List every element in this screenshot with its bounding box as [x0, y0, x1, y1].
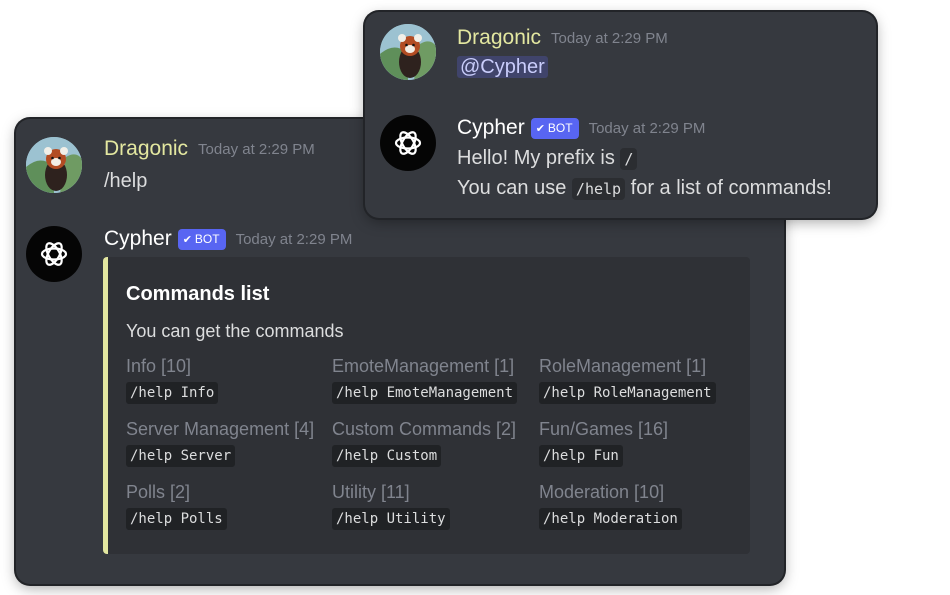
- cypher-avatar[interactable]: [380, 115, 436, 171]
- message-timestamp: Today at 2:29 PM: [588, 119, 706, 137]
- bot-badge-label: BOT: [547, 120, 573, 135]
- field-name: Custom Commands [2]: [332, 419, 517, 439]
- message-content: /help: [104, 170, 148, 192]
- field-name: RoleManagement [1]: [539, 356, 707, 376]
- embed-description: You can get the commands: [126, 321, 344, 341]
- embed-field: Server Management [4] /help Server: [126, 419, 314, 467]
- dragonic-avatar[interactable]: [380, 24, 436, 80]
- embed-field: Fun/Games [16] /help Fun: [539, 419, 668, 467]
- cypher-avatar[interactable]: [26, 226, 82, 282]
- check-icon: ✔: [182, 233, 192, 246]
- field-command[interactable]: /help Polls: [126, 508, 227, 530]
- field-command[interactable]: /help EmoteManagement: [332, 382, 518, 404]
- field-name: Server Management [4]: [126, 419, 315, 439]
- message-author[interactable]: Cypher: [457, 116, 525, 139]
- message-timestamp: Today at 2:29 PM: [198, 140, 315, 158]
- message-text: for a list of commands!: [630, 177, 832, 199]
- embed-field: Moderation [10] /help Moderation: [539, 482, 682, 530]
- message-line-2: You can use /help for a list of commands…: [457, 177, 832, 200]
- message-timestamp: Today at 2:29 PM: [235, 230, 353, 248]
- field-command[interactable]: /help Server: [126, 445, 236, 467]
- red-panda-avatar-icon: [26, 137, 82, 193]
- embed-field: Utility [11] /help Utility: [332, 482, 450, 530]
- field-name: Utility [11]: [332, 482, 410, 502]
- field-name: EmoteManagement [1]: [332, 356, 515, 376]
- field-command[interactable]: /help Custom: [332, 445, 442, 467]
- message-text: You can use: [457, 177, 567, 199]
- openai-logo-icon: [40, 242, 68, 266]
- field-name: Fun/Games [16]: [539, 419, 669, 439]
- embed-field: Custom Commands [2] /help Custom: [332, 419, 516, 467]
- inline-code-prefix: /: [620, 148, 638, 170]
- user-mention[interactable]: @Cypher: [457, 56, 548, 78]
- check-icon: ✔: [535, 122, 545, 135]
- embed-field: Polls [2] /help Polls: [126, 482, 227, 530]
- red-panda-avatar-icon: [380, 24, 436, 80]
- bot-badge-label: BOT: [194, 231, 220, 246]
- field-command[interactable]: /help Utility: [332, 508, 450, 530]
- openai-logo-icon: [394, 131, 422, 155]
- dragonic-avatar[interactable]: [26, 137, 82, 193]
- field-command[interactable]: /help Moderation: [539, 508, 682, 530]
- bot-badge: ✔ BOT: [530, 117, 579, 139]
- field-command[interactable]: /help Info: [126, 382, 219, 404]
- embed-field: RoleManagement [1] /help RoleManagement: [539, 356, 716, 404]
- bot-badge: ✔ BOT: [177, 228, 226, 250]
- field-command[interactable]: /help RoleManagement: [539, 382, 716, 404]
- field-name: Moderation [10]: [539, 482, 665, 502]
- field-name: Polls [2]: [126, 482, 191, 502]
- message-author[interactable]: Dragonic: [104, 137, 188, 160]
- embed-field: EmoteManagement [1] /help EmoteManagemen…: [332, 356, 518, 404]
- embed-title: Commands list: [126, 283, 270, 305]
- message-author[interactable]: Cypher: [104, 227, 172, 250]
- commands-embed: Commands list You can get the commands I…: [103, 257, 750, 554]
- message-line-1: Hello! My prefix is /: [457, 147, 638, 170]
- embed-field: Info [10] /help Info: [126, 356, 219, 404]
- field-name: Info [10]: [126, 356, 192, 376]
- field-command[interactable]: /help Fun: [539, 445, 623, 467]
- inline-code-command: /help: [571, 178, 626, 200]
- message-text: Hello! My prefix is: [457, 147, 615, 169]
- chat-panel-mention: Dragonic Today at 2:29 PM @Cypher Cypher ✔…: [365, 12, 876, 218]
- message-author[interactable]: Dragonic: [457, 26, 541, 49]
- message-timestamp: Today at 2:29 PM: [551, 29, 668, 47]
